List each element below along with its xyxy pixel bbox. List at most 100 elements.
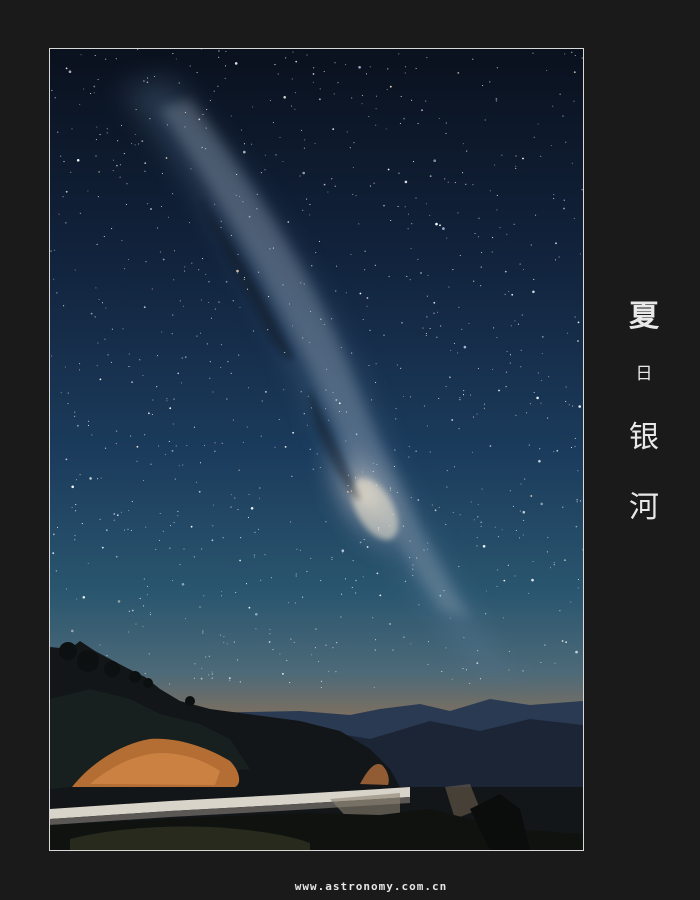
star xyxy=(403,117,405,120)
star xyxy=(232,300,234,302)
star xyxy=(252,330,255,332)
star xyxy=(173,522,175,524)
star xyxy=(143,578,145,580)
star xyxy=(409,396,412,398)
star xyxy=(338,402,341,405)
star xyxy=(415,450,417,452)
star xyxy=(522,268,525,271)
star xyxy=(162,258,165,261)
star xyxy=(426,316,428,318)
star xyxy=(412,161,415,163)
star xyxy=(272,247,274,249)
star xyxy=(519,510,521,512)
star xyxy=(388,524,390,526)
star xyxy=(533,278,535,280)
star xyxy=(130,435,132,437)
star xyxy=(496,569,499,571)
star xyxy=(95,139,97,141)
star xyxy=(368,116,370,118)
star xyxy=(570,601,572,603)
star xyxy=(269,100,271,102)
star xyxy=(341,593,343,595)
star xyxy=(376,572,379,575)
star xyxy=(501,529,503,531)
star xyxy=(247,387,249,389)
star xyxy=(284,446,287,448)
star xyxy=(99,644,101,646)
star xyxy=(482,545,486,548)
star xyxy=(248,215,251,218)
star xyxy=(311,654,313,656)
star xyxy=(268,296,270,298)
star xyxy=(295,575,297,577)
star xyxy=(141,140,144,142)
star xyxy=(50,250,52,252)
star xyxy=(93,92,95,94)
star xyxy=(574,316,576,318)
star xyxy=(173,279,175,281)
star xyxy=(309,341,311,344)
star xyxy=(531,578,534,582)
star xyxy=(306,424,308,426)
star xyxy=(165,157,168,159)
star xyxy=(514,575,516,577)
star xyxy=(532,290,535,294)
star xyxy=(537,372,539,374)
star xyxy=(535,214,537,216)
star xyxy=(223,642,225,644)
star xyxy=(237,253,239,255)
star xyxy=(453,466,456,468)
star xyxy=(65,190,68,193)
star xyxy=(312,81,314,83)
star xyxy=(112,159,115,161)
star xyxy=(112,170,114,172)
star xyxy=(573,71,576,74)
star xyxy=(312,468,314,470)
star xyxy=(561,640,564,642)
star xyxy=(553,193,555,195)
star xyxy=(177,514,179,517)
star xyxy=(205,148,207,150)
star xyxy=(573,100,575,102)
star xyxy=(410,248,412,250)
star xyxy=(177,510,179,512)
star xyxy=(434,509,437,512)
star xyxy=(256,193,258,195)
star xyxy=(60,392,62,394)
star xyxy=(155,548,157,551)
star xyxy=(328,419,330,421)
star xyxy=(167,216,169,218)
star xyxy=(235,194,237,196)
star xyxy=(58,213,60,215)
star xyxy=(462,667,464,670)
star xyxy=(226,398,228,400)
star xyxy=(494,164,496,166)
star xyxy=(203,595,205,597)
star xyxy=(409,279,411,281)
star xyxy=(68,70,72,73)
star xyxy=(136,460,138,462)
star xyxy=(549,567,552,569)
star xyxy=(366,546,369,548)
star xyxy=(96,126,98,128)
star xyxy=(540,502,543,506)
star xyxy=(245,583,248,585)
star xyxy=(290,105,293,107)
star xyxy=(246,426,248,428)
star xyxy=(144,672,146,674)
star xyxy=(438,117,440,120)
star xyxy=(278,419,280,421)
star xyxy=(105,529,108,532)
star xyxy=(71,128,73,130)
star xyxy=(401,321,403,324)
star xyxy=(491,251,493,253)
star xyxy=(576,499,578,501)
star xyxy=(491,368,494,370)
website-watermark: www.astronomy.com.cn xyxy=(294,880,448,893)
star xyxy=(334,62,336,64)
star xyxy=(290,638,292,640)
star xyxy=(239,559,242,562)
star xyxy=(521,314,523,316)
star xyxy=(291,475,293,477)
star xyxy=(335,671,337,673)
